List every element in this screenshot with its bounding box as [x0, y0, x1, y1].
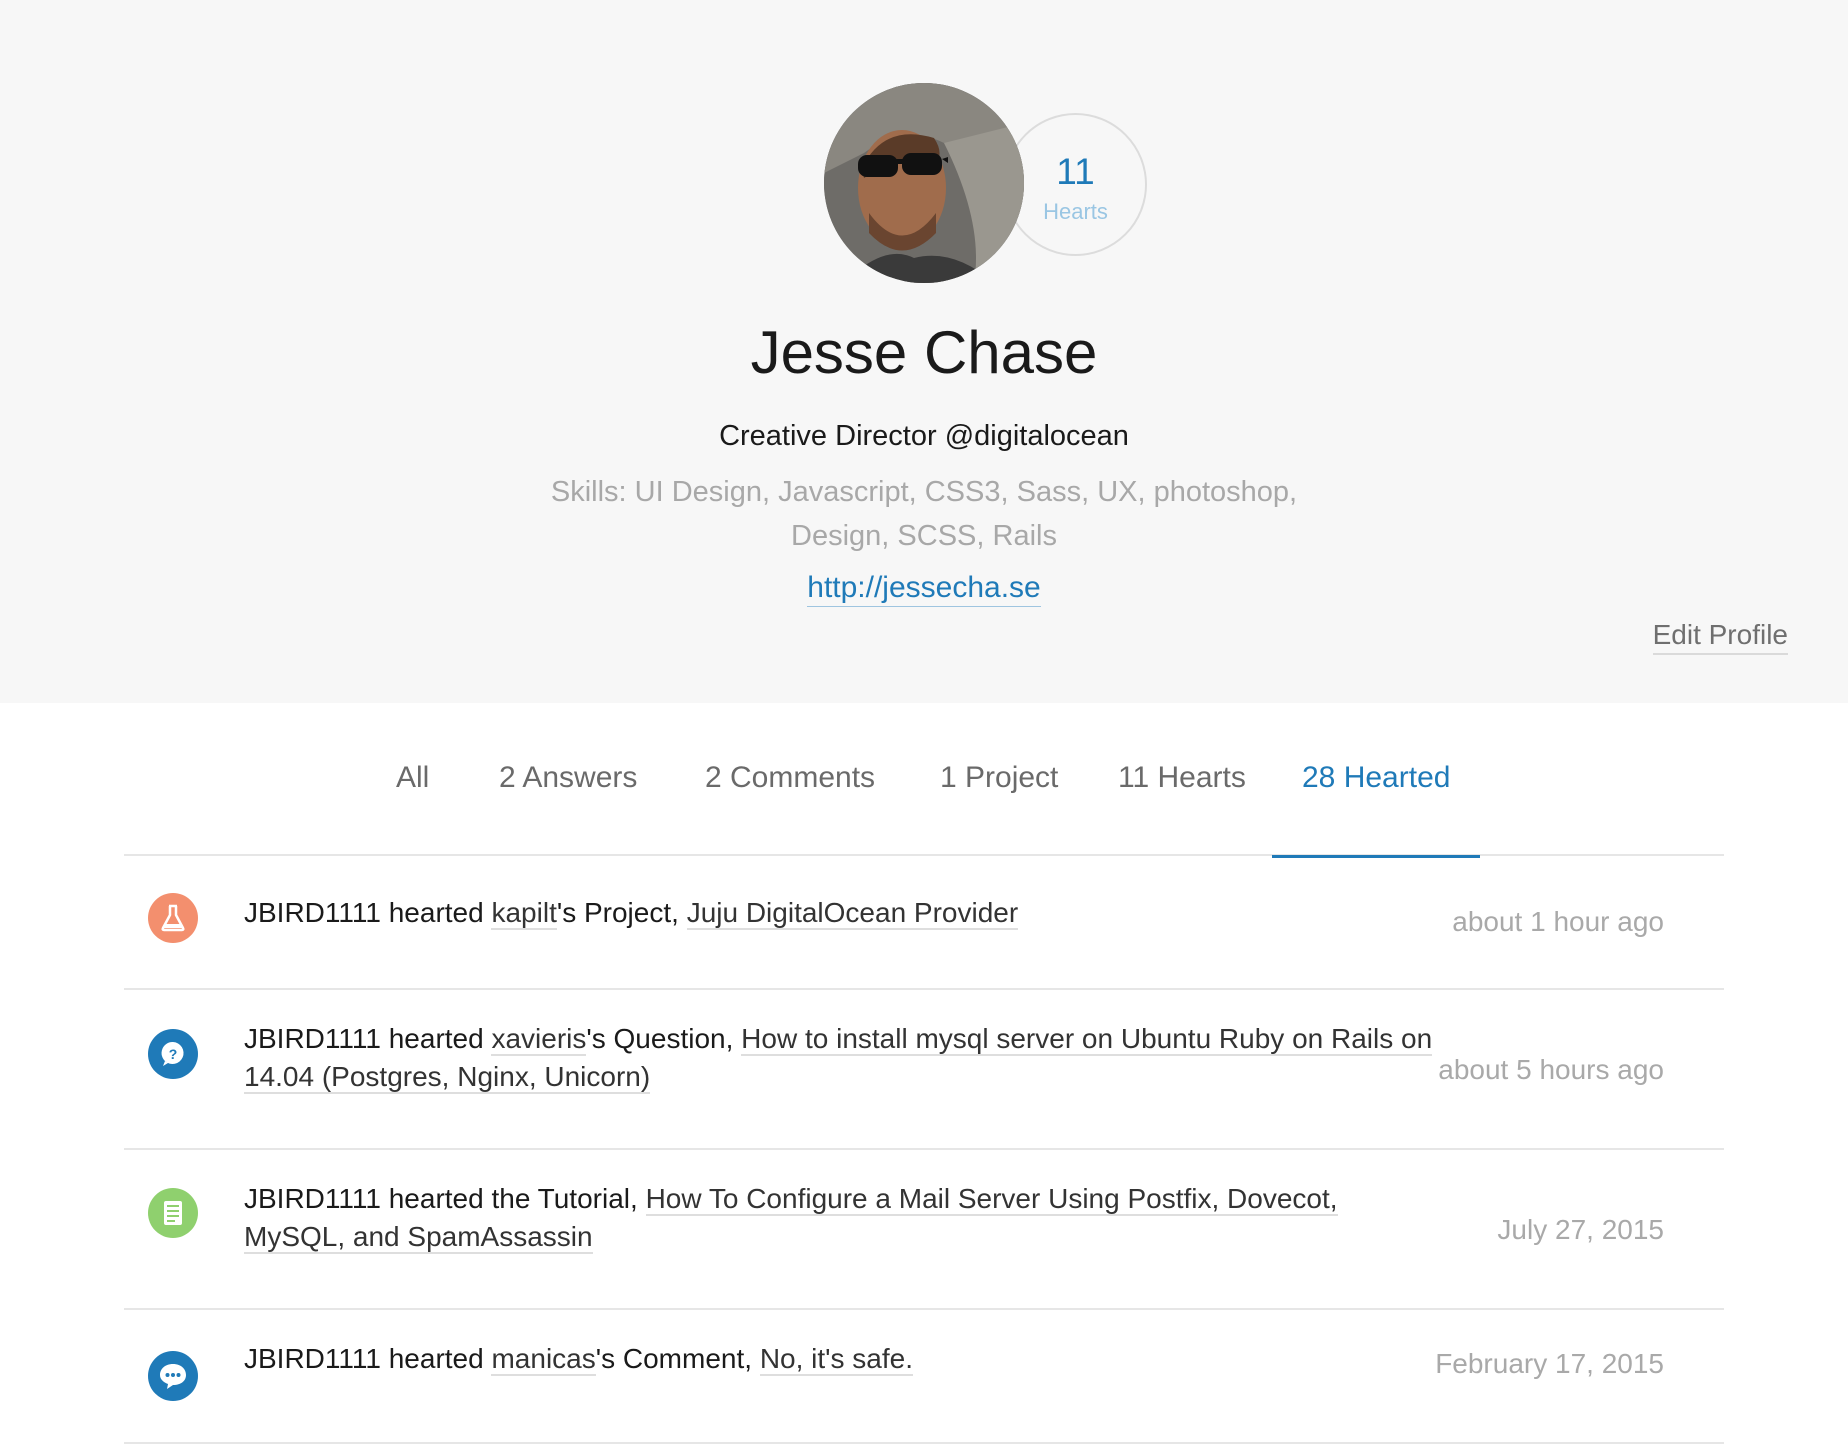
tutorial-icon: [148, 1188, 198, 1238]
user-link[interactable]: manicas: [491, 1343, 596, 1376]
edit-profile-link[interactable]: Edit Profile: [1652, 619, 1788, 655]
project-icon: [148, 893, 198, 943]
comment-icon: [148, 1351, 198, 1401]
profile-role: Creative Director @digitalocean: [719, 420, 1129, 452]
profile-skills: Skills: UI Design, Javascript, CSS3, Sas…: [550, 476, 1298, 552]
profile-name: Jesse Chase: [750, 319, 1098, 386]
hearts-label: Hearts: [1043, 199, 1108, 224]
timestamp: February 17, 2015: [1435, 1348, 1664, 1379]
actor-text: JBIRD1111 hearted the Tutorial,: [244, 1183, 646, 1214]
actor-text: JBIRD1111 hearted: [244, 897, 492, 928]
list-item: ? JBIRD1111 hearted xavieris's Question,…: [124, 990, 1724, 1150]
list-item: JBIRD1111 hearted the Tutorial, How To C…: [124, 1150, 1724, 1310]
feed-item-text: JBIRD1111 hearted xavieris's Question, H…: [244, 1020, 1444, 1096]
timestamp: about 5 hours ago: [1438, 1054, 1664, 1085]
question-icon: ?: [148, 1029, 198, 1079]
avatar[interactable]: [824, 83, 1024, 283]
user-link[interactable]: xavieris: [491, 1023, 587, 1056]
content-link[interactable]: Juju DigitalOcean Provider: [686, 897, 1019, 930]
list-item: JBIRD1111 hearted kapilt's Project, Juju…: [124, 856, 1724, 990]
timestamp: July 27, 2015: [1497, 1214, 1664, 1245]
type-text: 's Comment,: [595, 1343, 760, 1374]
tab-projects[interactable]: 1 Project: [940, 761, 1058, 856]
feed-item-text: JBIRD1111 hearted manicas's Comment, No,…: [244, 1340, 1444, 1378]
timestamp: about 1 hour ago: [1452, 906, 1664, 937]
feed-item-text: JBIRD1111 hearted kapilt's Project, Juju…: [244, 894, 1444, 932]
hearts-count: 11: [1056, 151, 1095, 192]
avatar-photo: [824, 83, 1024, 283]
type-text: 's Question,: [586, 1023, 742, 1054]
activity-tabs: All 2 Answers 2 Comments 1 Project 11 He…: [124, 703, 1724, 858]
tab-hearts[interactable]: 11 Hearts: [1118, 761, 1246, 856]
actor-text: JBIRD1111 hearted: [244, 1343, 492, 1374]
feed-item-text: JBIRD1111 hearted the Tutorial, How To C…: [244, 1180, 1444, 1256]
tab-hearted[interactable]: 28 Hearted: [1271, 761, 1481, 858]
svg-text:?: ?: [169, 1046, 178, 1062]
website-container: http://jessecha.se: [0, 571, 1848, 607]
type-text: 's Project,: [556, 897, 687, 928]
user-link[interactable]: kapilt: [491, 897, 557, 930]
content-link[interactable]: No, it's safe.: [759, 1343, 913, 1376]
profile-header: 11 Hearts Jesse Chase Creative Director …: [0, 0, 1848, 703]
actor-text: JBIRD1111 hearted: [244, 1023, 492, 1054]
list-item: JBIRD1111 hearted manicas's Comment, No,…: [124, 1310, 1724, 1444]
hearts-badge[interactable]: 11 Hearts: [1004, 113, 1147, 256]
tab-comments[interactable]: 2 Comments: [705, 761, 875, 856]
tab-answers[interactable]: 2 Answers: [499, 761, 637, 856]
tab-all[interactable]: All: [396, 761, 429, 856]
website-link[interactable]: http://jessecha.se: [807, 571, 1041, 607]
